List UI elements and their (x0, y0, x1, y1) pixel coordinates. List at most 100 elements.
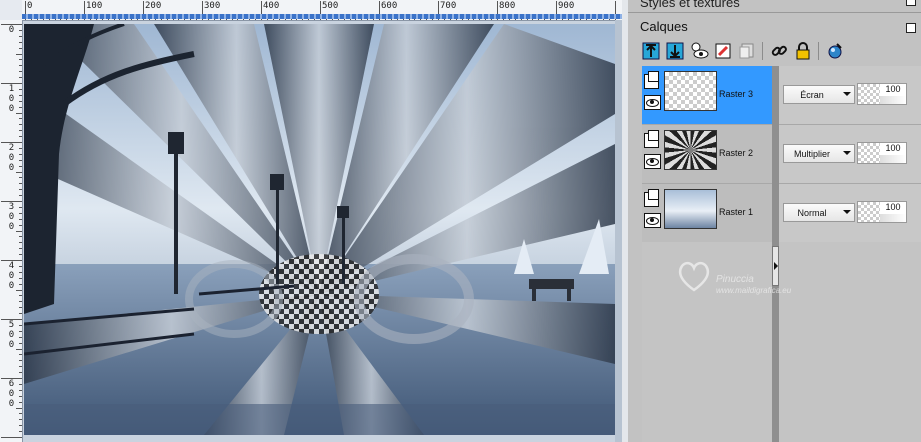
ruler-label: 0 (8, 281, 15, 291)
ruler-tick (16, 171, 22, 173)
ruler-tick (19, 153, 22, 155)
layer-name: Raster 3 (719, 89, 754, 99)
ruler-tick (16, 289, 22, 291)
calques-maximize-button[interactable] (906, 23, 916, 33)
opacity-value[interactable]: 100 (880, 143, 906, 154)
layer-controls: Normal 100 (777, 184, 921, 243)
image-canvas[interactable] (24, 24, 615, 435)
ruler-tick (19, 324, 22, 326)
ruler-tick (19, 165, 22, 167)
ruler-tick (19, 35, 22, 37)
ruler-tick (19, 47, 22, 49)
opacity-bar[interactable] (880, 96, 906, 104)
ruler-label: 0 (8, 212, 15, 222)
styles-maximize-button[interactable] (906, 0, 916, 6)
styles-palette-title: Styles et textures (640, 0, 740, 10)
duplicate-layer-icon[interactable] (736, 40, 758, 62)
toolbar-separator (818, 42, 819, 60)
layer-info[interactable]: Raster 2 (642, 125, 772, 184)
ruler-tick (19, 236, 22, 238)
blend-mode-value: Normal (797, 207, 827, 218)
layer-thumbnail (664, 130, 717, 170)
canvas-area[interactable]: 0 100 200 300 400 500 600 700 800 900 01002003004… (0, 0, 622, 442)
ruler-label: 900 (558, 1, 575, 11)
eye-icon[interactable] (644, 154, 661, 169)
ruler-tick (19, 242, 22, 244)
calques-title: Calques (640, 19, 688, 34)
ruler-label: 700 (440, 1, 457, 11)
blend-mode-value: Écran (800, 89, 824, 100)
link-icon[interactable] (768, 40, 790, 62)
ruler-tick (16, 348, 22, 350)
blend-mode-value: Multiplier (793, 148, 830, 159)
vertical-ruler[interactable]: 0100200300400500600 (0, 20, 23, 442)
ruler-label: 0 (8, 163, 15, 173)
styles-palette-header[interactable]: Styles et textures (628, 0, 921, 13)
visibility-toggle-icon[interactable] (688, 40, 710, 62)
ruler-label: 0 (8, 399, 15, 409)
move-layer-up-icon[interactable] (640, 40, 662, 62)
eye-icon[interactable] (644, 95, 661, 110)
lock-icon[interactable] (792, 40, 814, 62)
ruler-tick (19, 265, 22, 267)
ruler-tick (19, 77, 22, 79)
opacity-value[interactable]: 100 (880, 202, 906, 213)
ruler-tick (19, 147, 22, 149)
layer-row-raster-3[interactable]: Raster 3 Écran 100 (642, 66, 921, 125)
opacity-slider[interactable]: 100 (857, 142, 907, 164)
move-layer-down-icon[interactable] (664, 40, 686, 62)
ruler-tick (19, 295, 22, 297)
ruler-label: 1 (8, 84, 15, 94)
ruler-corner (0, 0, 23, 21)
blend-mode-dropdown[interactable]: Écran (783, 85, 855, 104)
layer-thumbnail (664, 189, 717, 229)
ruler-tick (19, 372, 22, 374)
layer-group-icon[interactable] (644, 130, 659, 148)
ruler-tick (19, 248, 22, 250)
opacity-slider[interactable]: 100 (857, 83, 907, 105)
ruler-tick (19, 425, 22, 427)
calques-palette-header[interactable]: Calques (628, 15, 921, 39)
ruler-label: 4 (8, 261, 15, 271)
ruler-tick (19, 124, 22, 126)
ruler-tick (19, 301, 22, 303)
layer-properties-icon[interactable] (824, 40, 846, 62)
ruler-label: 0 (8, 340, 15, 350)
opacity-value[interactable]: 100 (880, 84, 906, 95)
blend-mode-dropdown[interactable]: Multiplier (783, 144, 855, 163)
ruler-tick (19, 283, 22, 285)
opacity-bar[interactable] (880, 155, 906, 163)
layers-toolbar (638, 40, 918, 64)
opacity-bar[interactable] (880, 214, 906, 222)
ruler-tick (19, 383, 22, 385)
layer-info[interactable]: Raster 3 (642, 66, 772, 125)
canvas-scroll-area[interactable] (615, 20, 622, 442)
ruler-tick (19, 118, 22, 120)
layer-list: Raster 3 Écran 100 Raster 2 Multiplier 1… (642, 66, 921, 243)
opacity-slider[interactable]: 100 (857, 201, 907, 223)
ruler-tick (19, 183, 22, 185)
watermark: Pinuccia www.maildigrafica.eu (676, 254, 836, 304)
ruler-tick (19, 395, 22, 397)
ruler-label: 200 (145, 1, 162, 11)
layer-group-icon[interactable] (644, 71, 659, 89)
layer-info[interactable]: Raster 1 (642, 184, 772, 243)
ruler-tick (19, 41, 22, 43)
layer-row-raster-1[interactable]: Raster 1 Normal 100 (642, 184, 921, 243)
ruler-label: 0 (8, 94, 15, 104)
ruler-tick (19, 431, 22, 433)
blend-mode-dropdown[interactable]: Normal (783, 203, 855, 222)
ruler-tick (19, 224, 22, 226)
layer-group-icon[interactable] (644, 189, 659, 207)
layer-row-raster-2[interactable]: Raster 2 Multiplier 100 (642, 125, 921, 184)
edit-layer-icon[interactable] (712, 40, 734, 62)
ruler-label: 300 (204, 1, 221, 11)
ruler-tick (19, 29, 22, 31)
heart-logo-icon (678, 261, 710, 292)
chevron-down-icon (843, 151, 851, 155)
opacity-checker-swatch (858, 143, 880, 163)
eye-icon[interactable] (644, 213, 661, 228)
ruler-tick (16, 53, 22, 55)
ruler-tick (19, 342, 22, 344)
ruler-label: 6 (8, 379, 15, 389)
